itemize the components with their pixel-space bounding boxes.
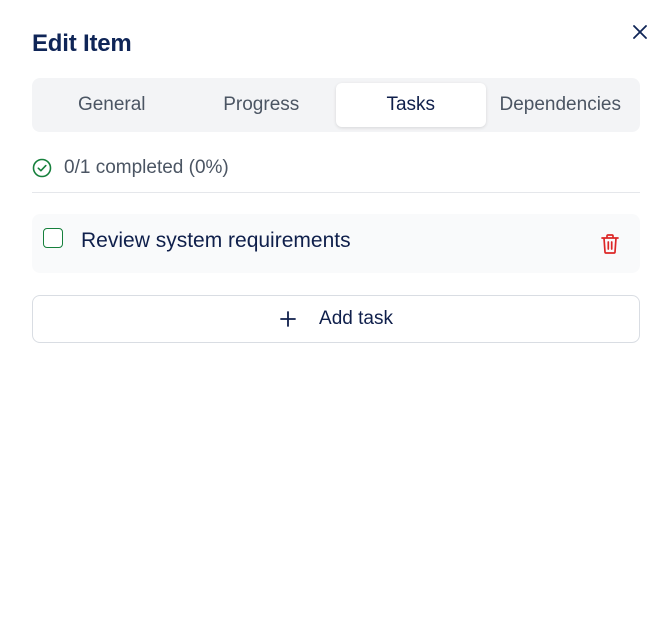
trash-icon [601, 234, 619, 254]
progress-text: 0/1 completed (0%) [64, 157, 229, 178]
close-button[interactable] [628, 20, 652, 44]
delete-task-button[interactable] [598, 232, 622, 256]
close-icon [633, 25, 647, 39]
add-task-label: Add task [319, 308, 393, 329]
task-checkbox[interactable] [43, 228, 63, 248]
tab-bar: General Progress Tasks Dependencies [32, 78, 640, 132]
task-item: Review system requirements [32, 214, 640, 273]
edit-item-dialog: Edit Item General Progress Tasks Depende… [0, 0, 672, 642]
task-progress-summary: 0/1 completed (0%) [32, 156, 229, 180]
tab-dependencies[interactable]: Dependencies [486, 83, 636, 127]
tab-general[interactable]: General [37, 83, 187, 127]
add-task-button[interactable]: Add task [32, 295, 640, 343]
check-circle-icon [32, 158, 52, 178]
tab-progress[interactable]: Progress [187, 83, 337, 127]
tab-tasks[interactable]: Tasks [336, 83, 486, 127]
task-label: Review system requirements [81, 229, 351, 252]
plus-icon [280, 311, 296, 327]
dialog-title: Edit Item [32, 30, 132, 57]
divider [32, 192, 640, 193]
